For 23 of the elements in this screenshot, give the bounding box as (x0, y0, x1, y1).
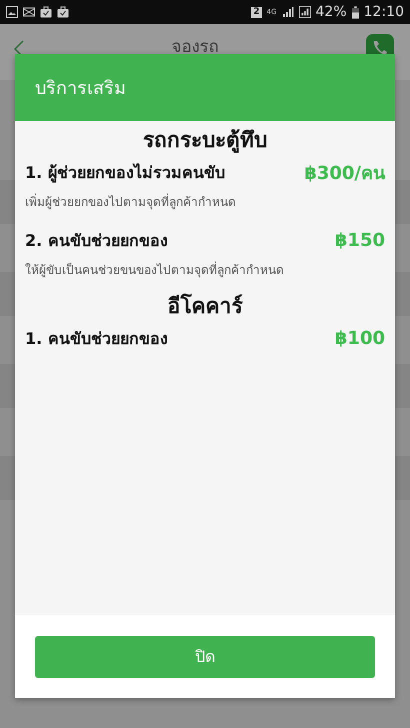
section-heading: อีโคคาร์ (166, 292, 244, 320)
service-name: 1. คนขับช่วยยกของ (25, 328, 168, 350)
service-price: ฿150 (334, 230, 385, 250)
service-name: 2. คนขับช่วยยกของ (25, 230, 168, 252)
sim-indicator: 2 (251, 6, 262, 18)
battery-percent: 42% (316, 4, 347, 20)
signal-icon (298, 6, 311, 18)
mail-icon (23, 6, 35, 18)
service-price: ฿100 (334, 328, 385, 348)
service-price: ฿300/คน (304, 162, 385, 186)
image-icon (6, 6, 18, 18)
close-button[interactable]: ปิด (35, 636, 375, 678)
dialog-title: บริการเสริม (35, 77, 126, 101)
briefcase-icon (57, 6, 69, 18)
service-description: ให้ผู้ขับเป็นคนช่วยขนของไปตามจุดที่ลูกค้ากำหนด (25, 260, 285, 280)
section-heading: รถกระบะตู้ทึบ (142, 127, 268, 155)
service-description: เพิ่มผู้ช่วยยกของไปตามจุดที่ลูกค้ากำหนด (25, 192, 237, 212)
battery-icon (352, 6, 359, 18)
service-name: 1. ผู้ช่วยยกของไม่รวมคนขับ (25, 162, 225, 184)
signal-icon (282, 6, 294, 18)
briefcase-icon (40, 6, 52, 18)
clock: 12:10 (364, 4, 404, 20)
screen-title: จองรถ (172, 36, 218, 58)
